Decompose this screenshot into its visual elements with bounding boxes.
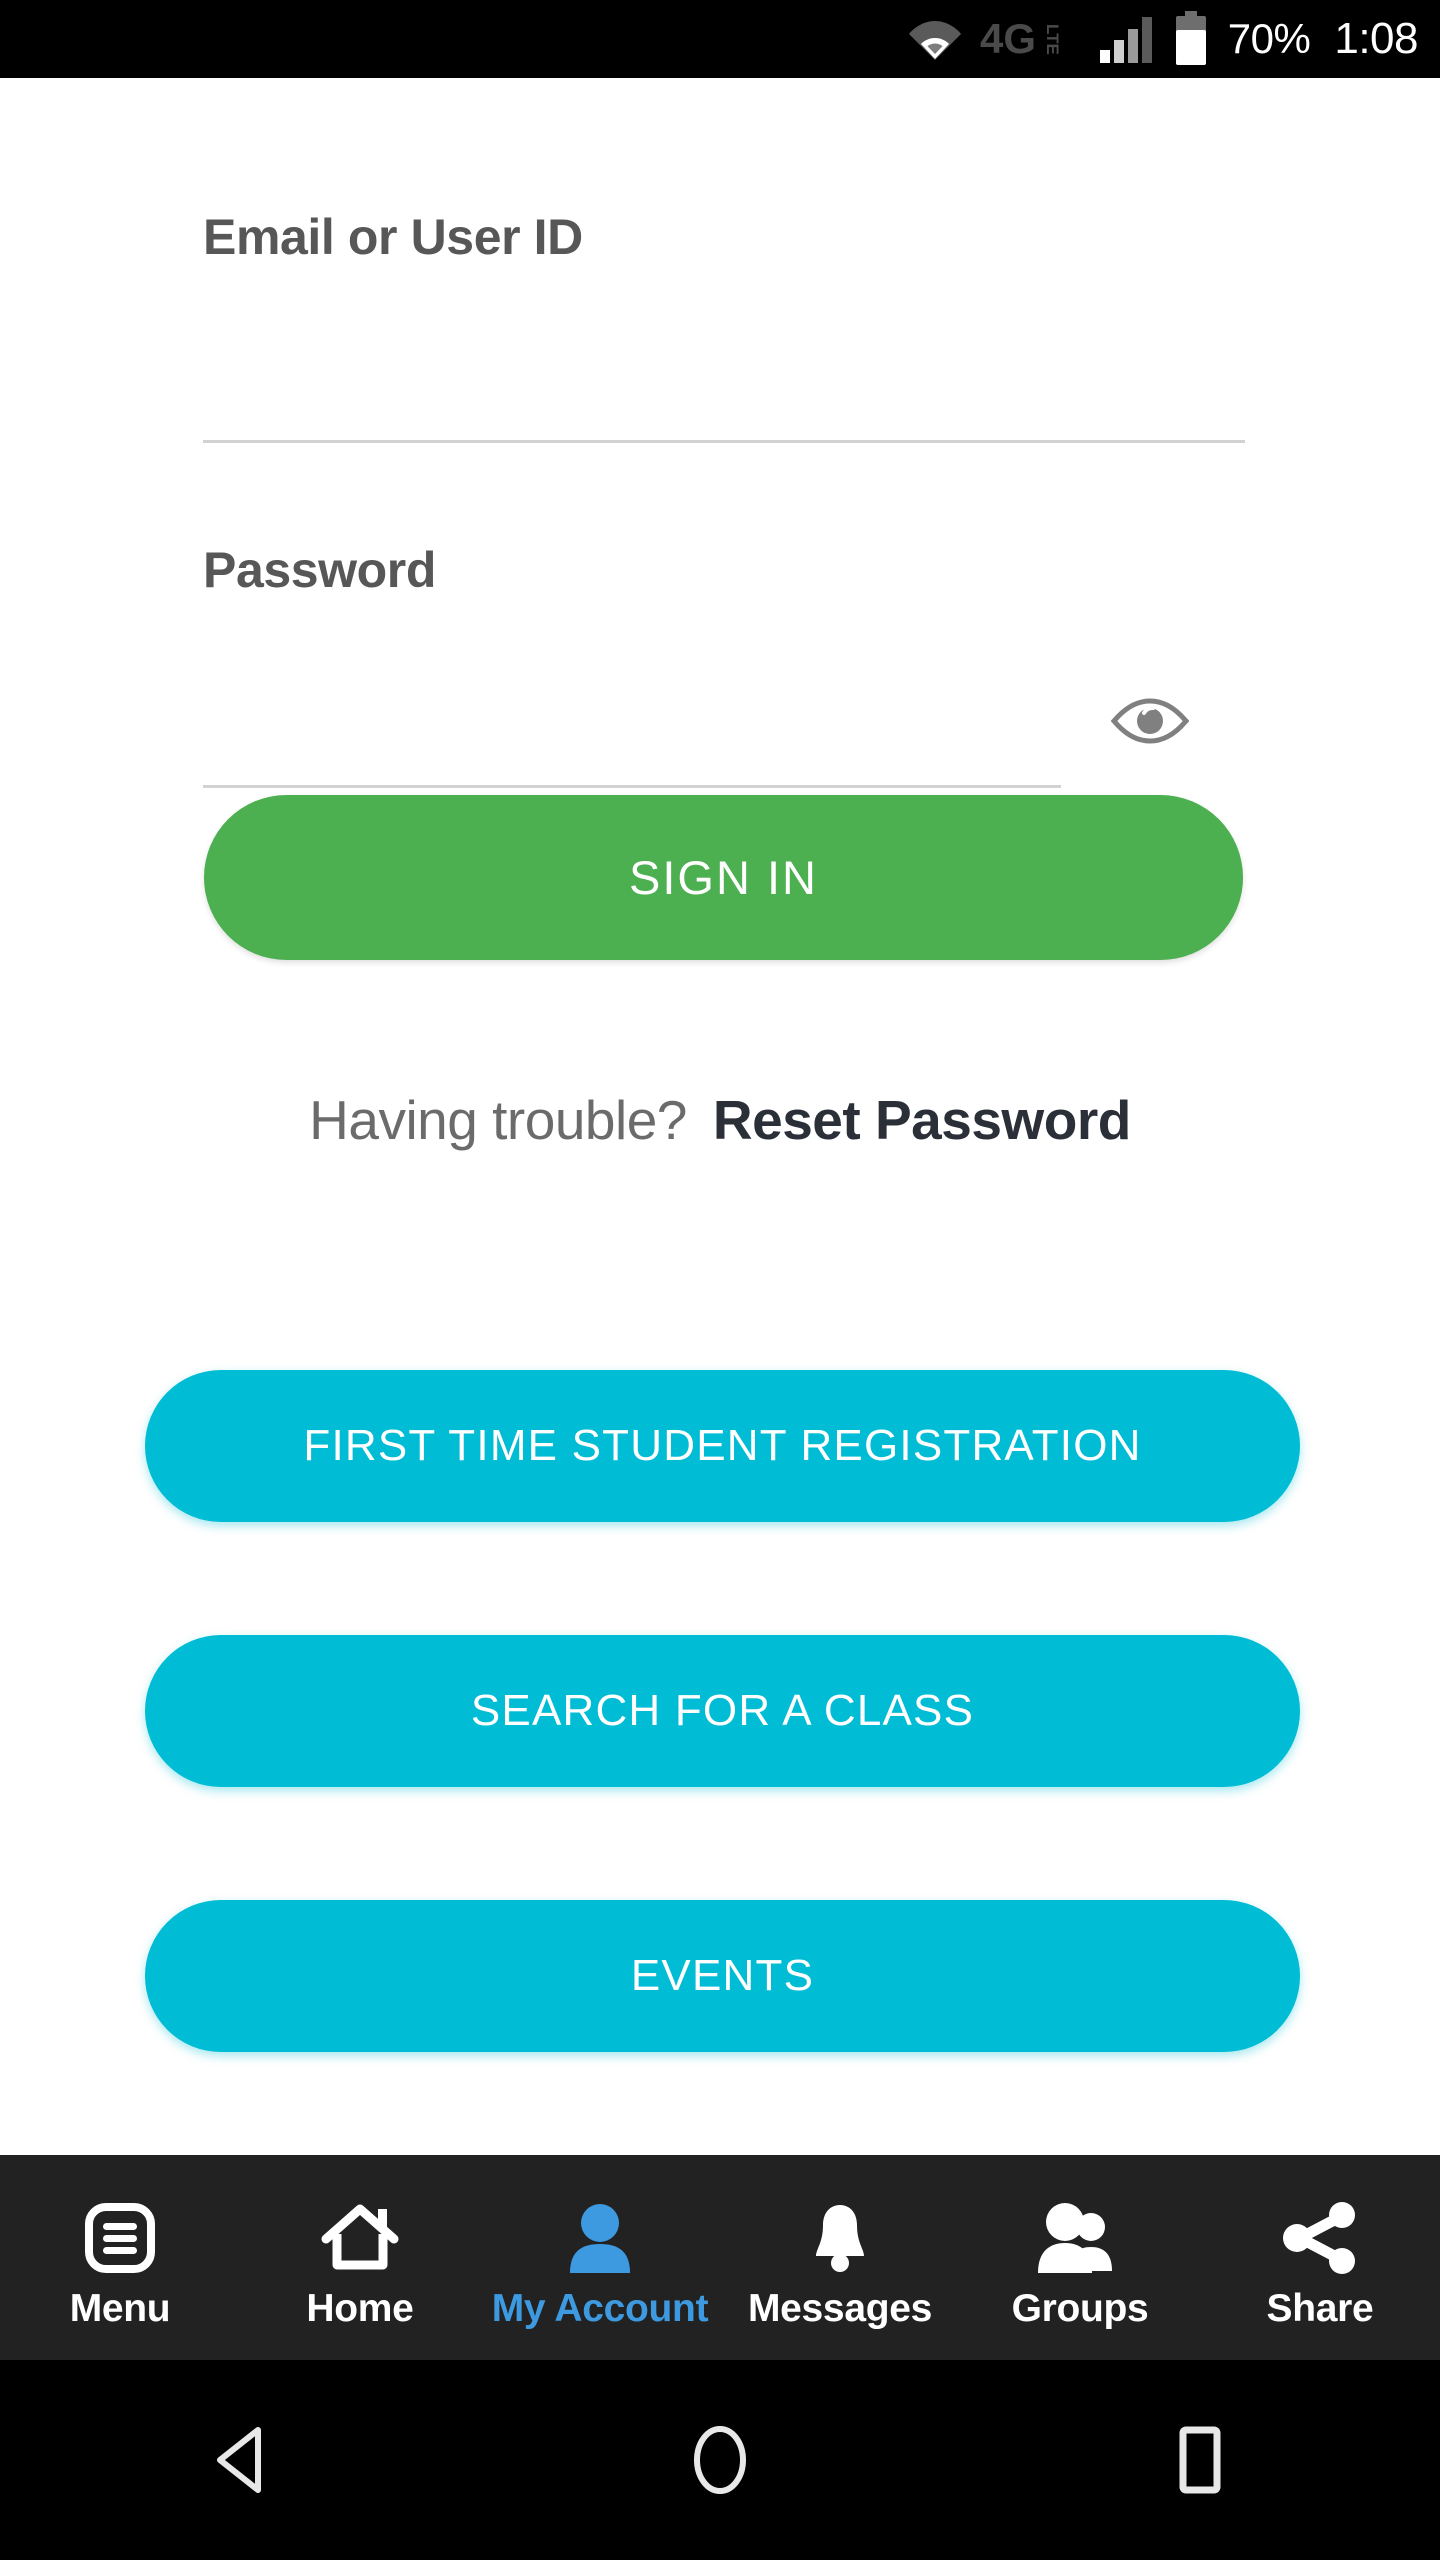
home-icon [320,2199,400,2277]
email-input[interactable] [203,333,1245,443]
bottom-navigation-bar: Menu Home My Account Messages Groups Sha… [0,2155,1440,2360]
battery-icon [1172,11,1210,67]
email-underline [203,440,1245,443]
first-time-student-registration-label: FIRST TIME STUDENT REGISTRATION [303,1421,1142,1470]
search-for-a-class-button[interactable]: SEARCH FOR A CLASS [145,1635,1300,1787]
nav-item-groups[interactable]: Groups [960,2155,1200,2360]
bell-icon [804,2199,876,2277]
having-trouble-label: Having trouble? [309,1089,687,1151]
email-label: Email or User ID [203,209,583,265]
login-screen: Email or User ID Password SIGN IN Having… [0,78,1440,2155]
clock-label: 1:08 [1334,14,1418,63]
signal-bars-icon [1098,14,1154,64]
nav-item-my-account[interactable]: My Account [480,2155,720,2360]
svg-text:4G: 4G [980,15,1036,62]
nav-label-my-account: My Account [491,2286,709,2330]
nav-label-messages: Messages [747,2286,933,2330]
first-time-student-registration-button[interactable]: FIRST TIME STUDENT REGISTRATION [145,1370,1300,1522]
nav-item-home[interactable]: Home [240,2155,480,2360]
recents-square-icon[interactable] [960,2360,1440,2560]
password-input[interactable] [203,668,1061,788]
search-for-a-class-label: SEARCH FOR A CLASS [470,1686,975,1735]
svg-text:LTE: LTE [1043,24,1062,55]
wifi-icon [908,17,962,61]
android-system-navigation [0,2360,1440,2560]
sign-in-label: SIGN IN [629,851,818,904]
events-label: EVENTS [630,1951,815,2000]
eye-icon[interactable] [1105,686,1195,756]
network-type-icon: 4G LTE [980,15,1080,63]
back-triangle-icon[interactable] [0,2360,480,2560]
events-button[interactable]: EVENTS [145,1900,1300,2052]
people-group-icon [1034,2199,1126,2277]
email-field-group: Email or User ID [203,208,1245,266]
nav-label-groups: Groups [1011,2286,1149,2330]
menu-list-icon [83,2199,157,2277]
home-circle-icon[interactable] [480,2360,960,2560]
sign-in-button[interactable]: SIGN IN [204,795,1243,960]
status-bar-items: 4G LTE 70% 1:08 [908,11,1418,67]
nav-item-share[interactable]: Share [1200,2155,1440,2360]
reset-password-link[interactable]: Reset Password [713,1088,1131,1152]
person-icon [564,2199,636,2277]
nav-label-menu: Menu [69,2286,171,2330]
reset-password-row: Having trouble? Reset Password [0,1088,1440,1152]
nav-item-messages[interactable]: Messages [720,2155,960,2360]
battery-percent-label: 70% [1227,15,1311,62]
nav-label-home: Home [306,2286,414,2330]
password-label: Password [203,542,437,598]
share-nodes-icon [1280,2199,1360,2277]
status-bar: 4G LTE 70% 1:08 [0,0,1440,78]
nav-label-share: Share [1266,2286,1374,2330]
nav-item-menu[interactable]: Menu [0,2155,240,2360]
password-field-group: Password [203,541,1245,599]
password-underline [203,785,1061,788]
